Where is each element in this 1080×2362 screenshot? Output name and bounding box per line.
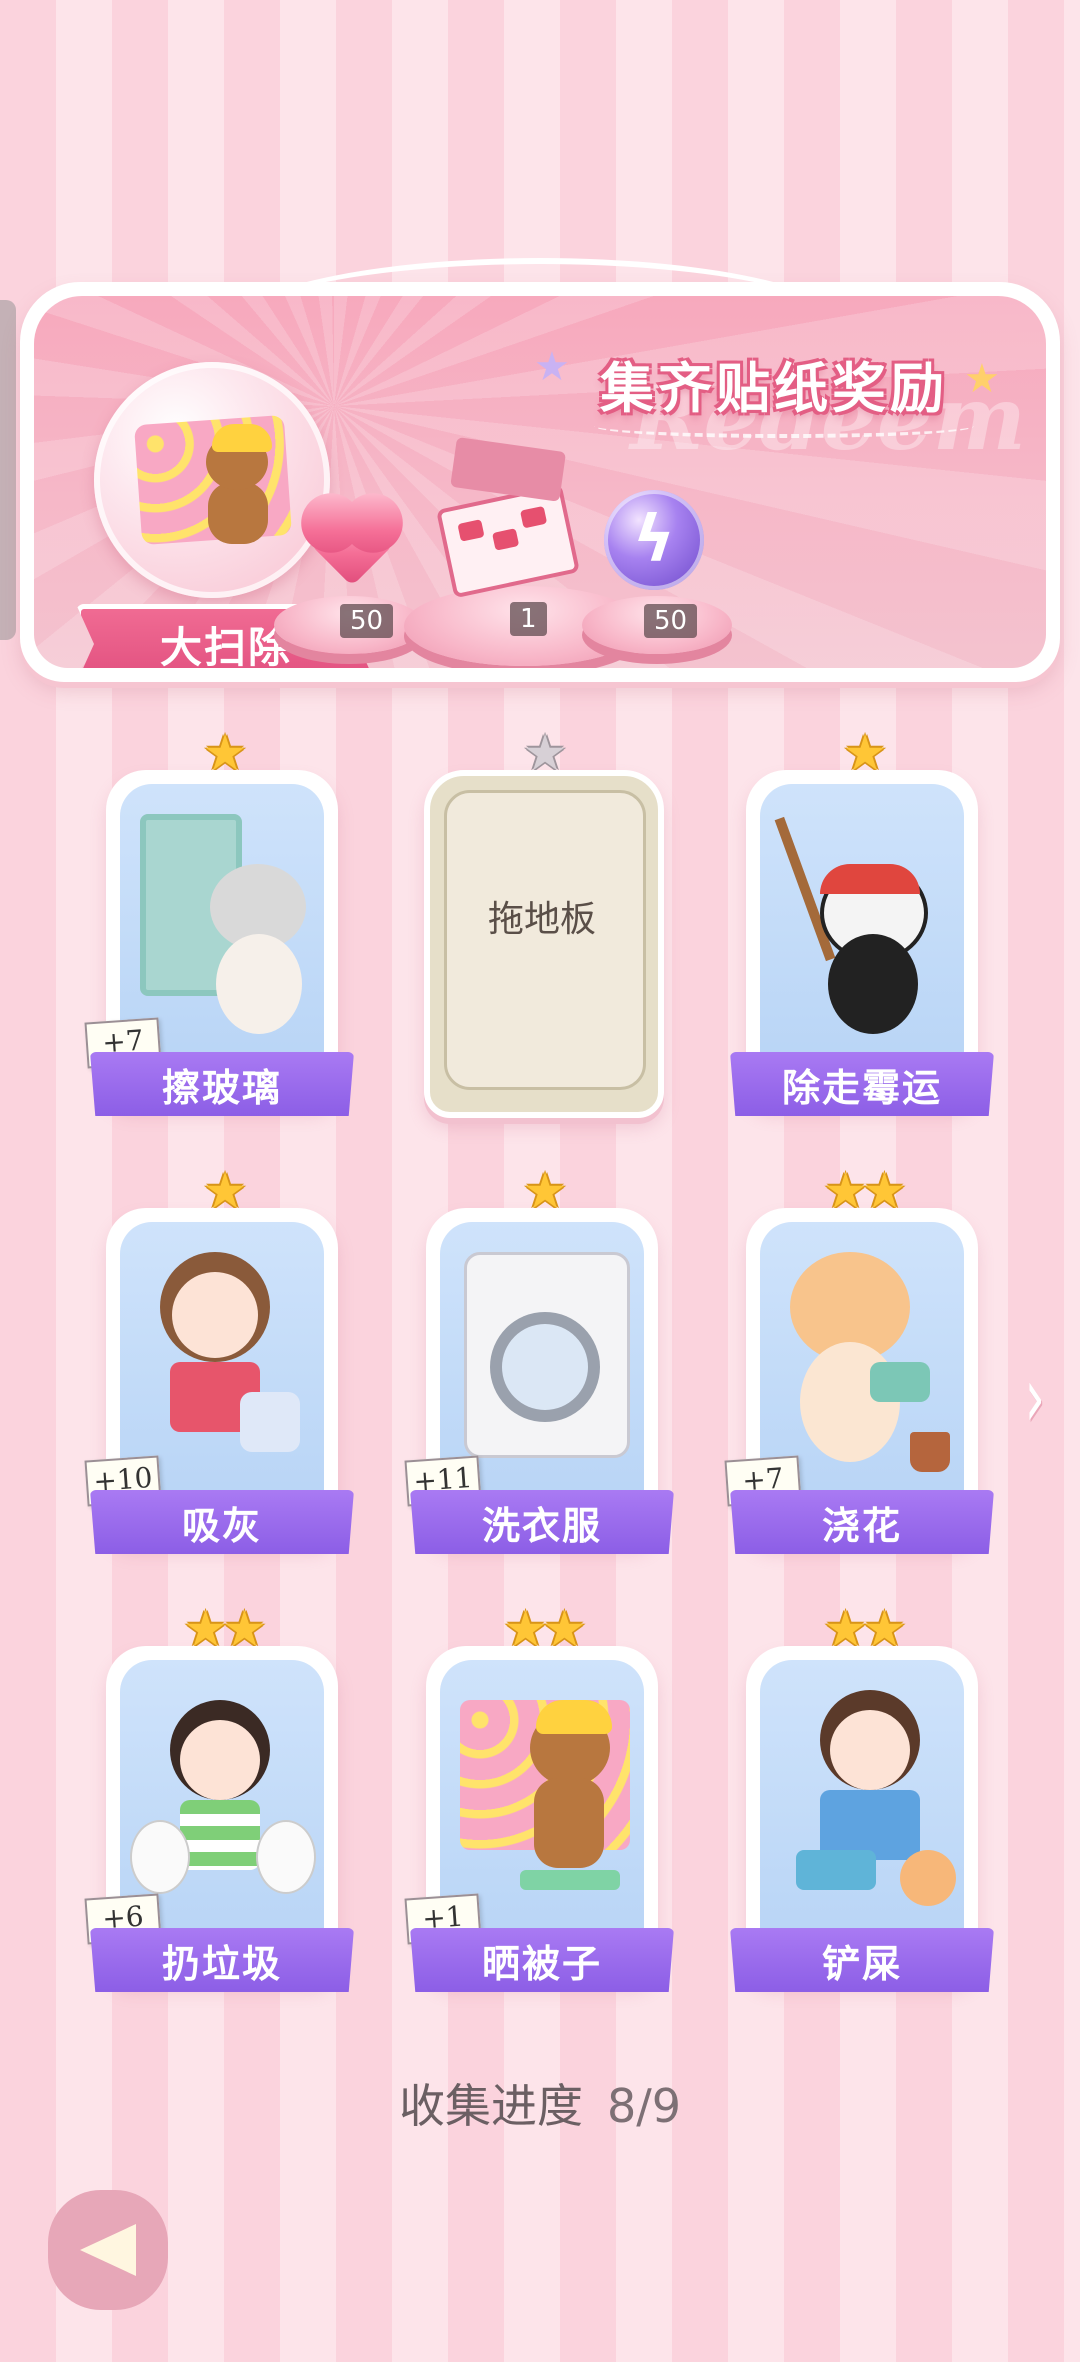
reward-count: 1: [510, 602, 547, 636]
progress-label: 收集进度: [398, 2079, 583, 2133]
reward-count: 50: [340, 604, 394, 638]
heart-gem-icon[interactable]: [309, 501, 395, 587]
sticker-card[interactable]: ★ 除走霉运: [726, 728, 994, 1122]
sticker-label: 扔垃圾: [90, 1928, 354, 1992]
progress-value: 8/9: [606, 2079, 682, 2133]
reward-count: 50: [644, 604, 698, 638]
sticker-label: 浇花: [730, 1490, 994, 1554]
sticker-art: [760, 784, 964, 1064]
back-button[interactable]: [48, 2190, 168, 2310]
sticker-label: 除走霉运: [730, 1052, 994, 1116]
sticker-card[interactable]: ★ +11 洗衣服: [404, 1166, 674, 1560]
sticker-label: 拖地板: [487, 899, 596, 940]
sticker-card[interactable]: ★★ +1 晒被子: [404, 1604, 674, 1998]
sticker-label: 擦玻璃: [90, 1052, 354, 1116]
sticker-card[interactable]: ★★ 铲屎: [726, 1604, 994, 1998]
sticker-art: [760, 1660, 964, 1940]
title-underline: [594, 414, 974, 438]
energy-orb-icon[interactable]: ϟ: [604, 490, 704, 590]
sticker-card[interactable]: ★ +7 擦玻璃: [84, 728, 354, 1122]
sticker-label: 吸灰: [90, 1490, 354, 1554]
side-drawer-tab[interactable]: [0, 300, 16, 640]
chevron-right-icon[interactable]: ›: [1025, 1348, 1045, 1446]
current-sticker-bubble[interactable]: [94, 362, 330, 598]
reward-banner: Redeem ★ ★ 集齐贴纸奖励 大扫除 50 1 ϟ 50: [20, 258, 1060, 682]
bear-sticker-icon: [194, 424, 280, 544]
sticker-card[interactable]: ★ +10 吸灰: [84, 1166, 354, 1560]
gift-box-icon[interactable]: [436, 436, 580, 599]
star-decoration-icon: ★: [534, 344, 570, 390]
sticker-card[interactable]: ★★ +7 浇花: [724, 1166, 994, 1560]
sticker-card-locked[interactable]: ★ 拖地板: [406, 728, 666, 1122]
sticker-label: 洗衣服: [410, 1490, 674, 1554]
collection-progress: 收集进度 8/9: [0, 2070, 1080, 2136]
sticker-card[interactable]: ★★ +6 扔垃圾: [84, 1604, 354, 1998]
back-arrow-icon: [80, 2224, 136, 2276]
sticker-label: 晒被子: [410, 1928, 674, 1992]
banner-panel: Redeem ★ ★ 集齐贴纸奖励 大扫除 50 1 ϟ 50: [34, 296, 1046, 668]
sticker-label: 铲屎: [730, 1928, 994, 1992]
